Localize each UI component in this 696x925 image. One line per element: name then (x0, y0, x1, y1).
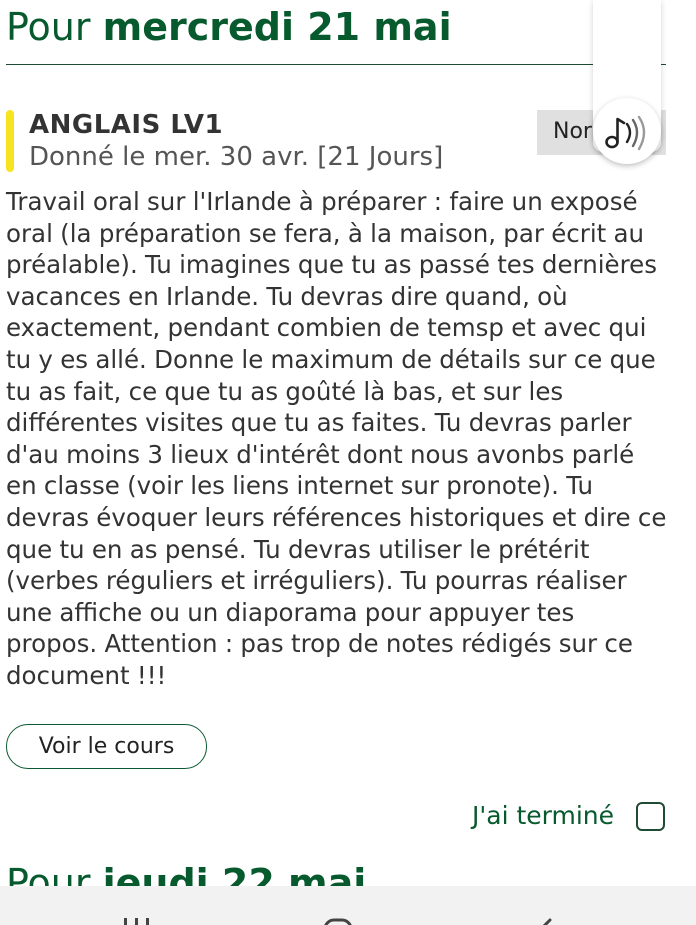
system-navigation-bar (0, 886, 696, 925)
subject-name: ANGLAIS LV1 (29, 110, 224, 140)
subject-color-bar (6, 110, 14, 172)
back-icon[interactable] (536, 914, 556, 925)
homework-description: Travail oral sur l'Irlande à préparer : … (6, 187, 667, 690)
homework-page: Pour mercredi 21 mai ANGLAIS LV1 Donné l… (0, 0, 696, 925)
view-course-button[interactable]: Voir le cours (6, 724, 207, 769)
done-checkbox[interactable] (636, 802, 665, 831)
read-aloud-button[interactable] (593, 98, 661, 164)
home-icon[interactable] (322, 914, 356, 925)
done-label: J'ai terminé (472, 801, 615, 830)
menu-icon[interactable] (122, 914, 154, 925)
homework-tag-label: Nor (553, 119, 592, 144)
music-note-sound-icon (605, 115, 646, 151)
day-heading-date: mercredi 21 mai (102, 5, 452, 49)
day-heading: Pour mercredi 21 mai (6, 2, 452, 52)
day-heading-prefix: Pour (6, 5, 91, 49)
given-date: Donné le mer. 30 avr. [21 Jours] (29, 142, 444, 172)
heading-divider (6, 64, 666, 65)
